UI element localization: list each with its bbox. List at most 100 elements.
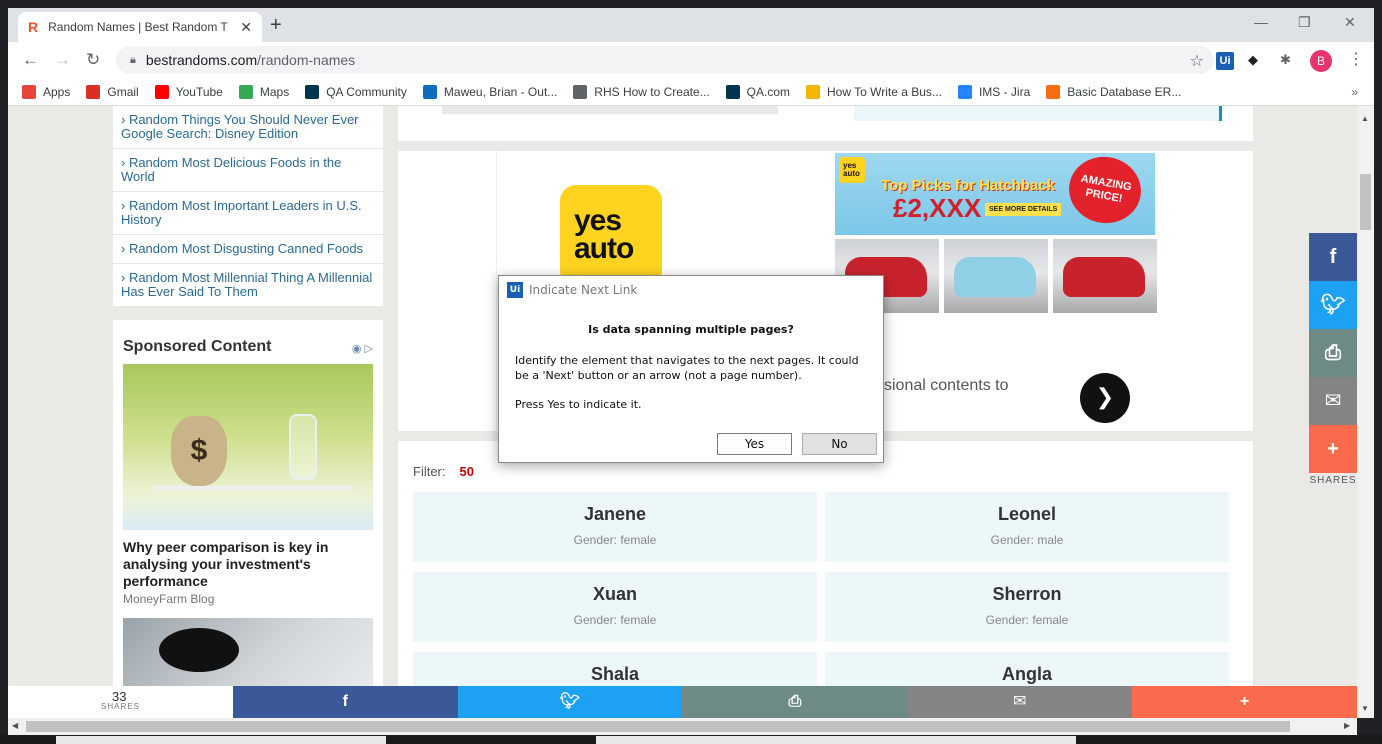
gender-value: Gender: male — [990, 533, 1064, 547]
dialog-titlebar: Ui Indicate Next Link — [499, 276, 883, 304]
bookmark-label: YouTube — [175, 84, 223, 99]
name-value: Leonel — [997, 504, 1056, 524]
car-image[interactable] — [944, 239, 1048, 313]
car-body — [954, 257, 1036, 297]
car-image[interactable] — [1053, 239, 1157, 313]
dialog-instructions: Identify the element that navigates to t… — [515, 354, 859, 382]
bookmark-item[interactable]: YouTube — [154, 84, 223, 99]
lock-icon[interactable]: 🔒︎ — [130, 54, 136, 67]
name-tile[interactable]: Sherron Gender: female — [825, 572, 1229, 642]
vertical-scrollbar[interactable]: ▲ ▼ — [1357, 106, 1374, 718]
dialog-hint: Press Yes to indicate it. — [515, 398, 642, 411]
maps-pin-icon — [238, 84, 253, 99]
bookmark-label: QA.com — [746, 84, 790, 99]
scroll-left-icon[interactable]: ◀ — [12, 721, 18, 730]
name-value: Janene — [583, 504, 647, 524]
print-share-bar-icon[interactable]: ⎙ — [682, 686, 908, 718]
bookmark-item[interactable]: Maps — [238, 84, 289, 99]
taskbar — [0, 735, 1382, 744]
name-tile[interactable]: Leonel Gender: male — [825, 492, 1229, 562]
twitter-share-bar-icon[interactable]: 🐦︎ — [457, 686, 683, 718]
tab-close-icon[interactable]: ✕ — [240, 19, 252, 36]
sponsored-image-2[interactable] — [123, 618, 373, 686]
top-card — [398, 106, 1253, 141]
ad-banner[interactable]: yes auto Top Picks for Hatchback £2,XXX … — [835, 151, 1155, 235]
sponsored-content: Sponsored Content ◉ ▷ $ Why peer compari… — [113, 320, 383, 686]
scroll-right-icon[interactable]: ▶ — [1344, 721, 1350, 730]
bookmark-star-icon[interactable]: ☆ — [1190, 51, 1204, 71]
horizontal-scroll-thumb[interactable] — [26, 721, 1290, 732]
balance-plank — [153, 486, 353, 490]
filter-label-text: Filter: — [413, 464, 446, 479]
name-tile[interactable]: Shala — [413, 652, 817, 686]
more-share-icon[interactable]: + — [1309, 425, 1357, 473]
bookmark-item[interactable]: IMS - Jira — [957, 84, 1031, 99]
bookmark-label: IMS - Jira — [978, 84, 1031, 99]
bookmark-item[interactable]: How To Write a Bus... — [806, 84, 942, 99]
sponsored-image[interactable]: $ — [123, 364, 373, 530]
email-share-icon[interactable]: ✉ — [1309, 377, 1357, 425]
print-share-icon[interactable]: ⎙ — [1309, 329, 1357, 377]
bookmark-label: RHS How to Create... — [594, 84, 710, 99]
bookmark-item[interactable]: QA.com — [725, 84, 790, 99]
url-host: bestrandoms.com — [145, 52, 258, 68]
related-link[interactable]: › Random Most Millennial Thing A Millenn… — [113, 264, 383, 307]
facebook-share-bar-icon[interactable]: f — [232, 686, 458, 718]
logo-word-2: auto — [574, 232, 634, 265]
uipath-extension-icon[interactable]: Ui — [1216, 52, 1234, 70]
adchoices-icon[interactable]: ◉ ▷ — [352, 342, 373, 355]
shares-label: SHARES — [1309, 475, 1357, 486]
related-link[interactable]: › Random Most Important Leaders in U.S. … — [113, 192, 383, 235]
amazing-price-badge: AMAZING PRICE! — [1063, 151, 1147, 229]
bookmark-item[interactable]: Apps — [22, 84, 70, 99]
top-card-panel — [854, 106, 1222, 121]
name-tile[interactable]: Angla — [825, 652, 1229, 686]
dialog-body: Identify the element that navigates to t… — [499, 353, 883, 412]
twitter-share-icon[interactable]: 🐦︎ — [1309, 281, 1357, 329]
related-link[interactable]: › Random Most Delicious Foods in the Wor… — [113, 149, 383, 192]
address-bar[interactable]: 🔒︎ bestrandoms.com/random-names ☆ — [116, 46, 1214, 74]
window-close-icon[interactable]: ✕ — [1344, 14, 1356, 31]
more-share-bar-icon[interactable]: + — [1132, 686, 1357, 718]
bookmark-item[interactable]: Maweu, Brian - Out... — [422, 84, 557, 99]
filter-count[interactable]: 50 — [460, 464, 474, 479]
reload-icon[interactable]: ↻ — [86, 50, 100, 70]
profile-avatar[interactable]: B — [1310, 50, 1332, 72]
back-icon[interactable]: ← — [22, 50, 39, 70]
extensions-puzzle-icon[interactable]: ✱ — [1280, 52, 1291, 70]
bookmark-item[interactable]: QA Community — [305, 84, 407, 99]
taskbar-segment — [56, 736, 386, 744]
browser-tab-active[interactable]: R Random Names | Best Random T ✕ — [18, 12, 262, 42]
related-list: › Random Things You Should Never Ever Go… — [113, 106, 383, 307]
related-link[interactable]: › Random Most Disgusting Canned Foods — [113, 235, 383, 264]
vertical-scroll-thumb[interactable] — [1360, 174, 1371, 230]
bookmark-item[interactable]: Gmail — [86, 84, 139, 99]
name-tile[interactable]: Xuan Gender: female — [413, 572, 817, 642]
bookmarks-overflow-icon[interactable]: » — [1351, 85, 1358, 99]
related-link[interactable]: › Random Things You Should Never Ever Go… — [113, 106, 383, 149]
chrome-menu-icon[interactable]: ⋮ — [1348, 49, 1364, 69]
email-share-bar-icon[interactable]: ✉ — [907, 686, 1133, 718]
name-tile[interactable]: Janene Gender: female — [413, 492, 817, 562]
scroll-up-icon[interactable]: ▲ — [1361, 114, 1369, 123]
yes-auto-logo: yes auto — [560, 185, 662, 287]
gender-value: Gender: female — [573, 533, 657, 547]
restore-icon[interactable]: ❐ — [1298, 14, 1311, 31]
horizontal-scrollbar[interactable]: ◀ ▶ — [8, 718, 1357, 735]
scroll-down-icon[interactable]: ▼ — [1361, 704, 1369, 713]
bookmark-item[interactable]: RHS How to Create... — [573, 84, 710, 99]
ad-next-arrow-icon[interactable]: ❯ — [1080, 373, 1130, 423]
site-favicon-icon: R — [28, 19, 39, 35]
gender-value: Gender: female — [573, 613, 657, 627]
sponsored-title[interactable]: Why peer comparison is key in analysing … — [123, 539, 373, 590]
minimize-icon[interactable]: — — [1254, 14, 1268, 30]
facebook-share-icon[interactable]: f — [1309, 233, 1357, 281]
layers-extension-icon[interactable]: ◆ — [1248, 52, 1258, 70]
yes-button[interactable]: Yes — [717, 433, 792, 455]
new-tab-icon[interactable]: + — [270, 14, 282, 37]
bookmark-item[interactable]: Basic Database ER... — [1046, 84, 1181, 99]
see-more-details-button[interactable]: SEE MORE DETAILS — [985, 203, 1062, 216]
forward-icon[interactable]: → — [54, 50, 71, 70]
no-button[interactable]: No — [802, 433, 877, 455]
computer-mouse-icon — [159, 628, 239, 672]
